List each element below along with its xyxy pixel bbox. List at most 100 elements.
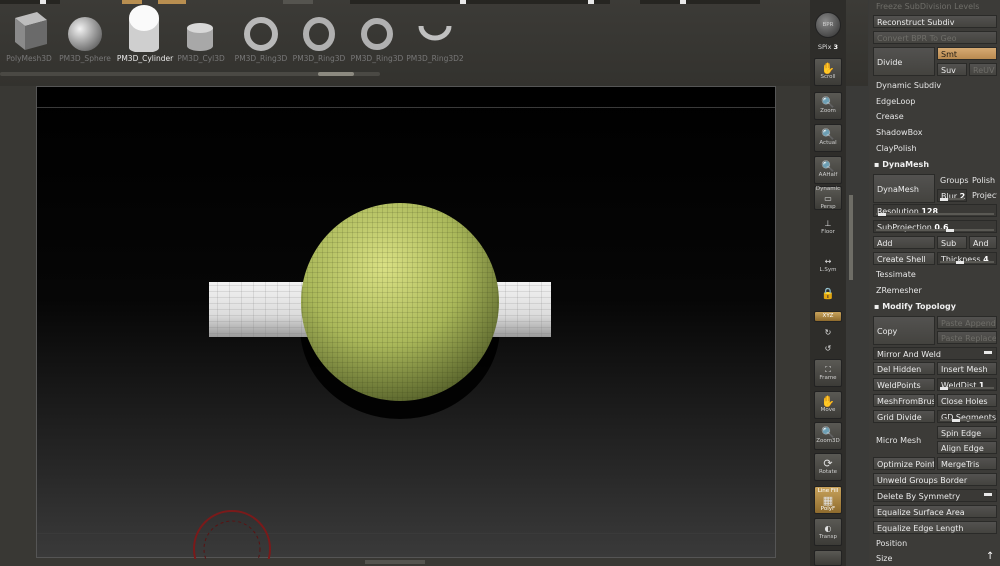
top-slider[interactable] [640, 0, 760, 4]
convert-bpr-button[interactable]: Convert BPR To Geo [873, 31, 997, 44]
meshfrombrush-button[interactable]: MeshFromBrush [873, 394, 935, 407]
zoom-button[interactable]: 🔍 Zoom [814, 92, 842, 120]
equalize-edge-length-button[interactable]: Equalize Edge Length [873, 521, 997, 534]
lsym-button[interactable]: ↔ L.Sym [814, 252, 842, 278]
paste-append-button[interactable]: Paste Append [937, 316, 997, 329]
shadowbox-menu[interactable]: ShadowBox [873, 126, 997, 139]
rotate-y-button[interactable]: ↻ [814, 325, 842, 339]
add-button[interactable]: Add [873, 236, 935, 249]
equalize-surface-area-button[interactable]: Equalize Surface Area [873, 505, 997, 518]
optimize-points-button[interactable]: Optimize Points [873, 457, 935, 470]
mirror-and-weld-button[interactable]: Mirror And Weld [873, 347, 997, 360]
floor-button[interactable]: ⊥ Floor [814, 214, 842, 240]
suv-toggle[interactable]: Suv [937, 63, 967, 76]
tool-ring3[interactable]: PM3D_Ring3D [348, 4, 406, 68]
xyz-button[interactable]: XYZ [814, 311, 842, 322]
edgeloop-menu[interactable]: EdgeLoop [873, 95, 997, 108]
unweld-groups-border-button[interactable]: Unweld Groups Border [873, 473, 997, 486]
tool-ring1[interactable]: PM3D_Ring3D [232, 4, 290, 68]
rotate-z-button[interactable]: ↺ [814, 341, 842, 355]
ring-icon [355, 4, 399, 52]
grid-divide-button[interactable]: Grid Divide [873, 410, 935, 423]
polish-toggle[interactable]: Polish [969, 174, 997, 187]
groups-toggle[interactable]: Groups [937, 174, 969, 187]
delete-by-symmetry-button[interactable]: Delete By Symmetry [873, 489, 997, 502]
thickness-slider[interactable]: Thickness 4 [937, 252, 997, 265]
actual-button[interactable]: 🔍 Actual [814, 124, 842, 152]
viewport[interactable] [36, 86, 777, 559]
tool-ring2[interactable]: PM3D_Ring3D [290, 4, 348, 68]
lock-icon: 🔒 [821, 286, 835, 300]
dynamic-subdiv-menu[interactable]: Dynamic Subdiv [873, 79, 997, 92]
cylinder-icon [123, 4, 167, 52]
tool-cylinder[interactable]: PM3D_Cylinder [116, 4, 174, 68]
cylinder-small-icon [179, 4, 223, 52]
reuv-button[interactable]: ReUV [969, 63, 997, 76]
smt-toggle[interactable]: Smt [937, 47, 997, 60]
divide-button[interactable]: Divide [873, 47, 935, 76]
spix-slider[interactable]: SPix 3 [814, 43, 842, 51]
ghost-button[interactable] [814, 550, 842, 566]
tool-cylinder-small[interactable]: PM3D_Cyl3D [172, 4, 230, 68]
gd-segments-slider[interactable]: GD Segments 3 [937, 410, 997, 423]
transp-button[interactable]: ◐ Transp [814, 518, 842, 546]
project-toggle[interactable]: Project [969, 189, 997, 202]
move-button[interactable]: ✋ Move [814, 391, 842, 419]
zremesher-menu[interactable]: ZRemesher [873, 284, 997, 297]
3d-model[interactable] [37, 87, 777, 559]
blur-slider[interactable]: Blur 2 [937, 189, 967, 202]
position-menu[interactable]: Position [873, 537, 997, 550]
insert-mesh-button[interactable]: Insert Mesh [937, 362, 997, 375]
transparency-icon: ◐ [824, 524, 832, 533]
create-shell-button[interactable]: Create Shell [873, 252, 935, 265]
welddist-slider[interactable]: WeldDist 1 [937, 378, 997, 391]
tool-sphere[interactable]: PM3D_Sphere [56, 4, 114, 68]
hand-icon: ✋ [821, 395, 835, 408]
reconstruct-subdiv-button[interactable]: Reconstruct Subdiv [873, 15, 997, 28]
rotate-icon: ↺ [824, 343, 832, 353]
del-hidden-button[interactable]: Del Hidden [873, 362, 935, 375]
crease-menu[interactable]: Crease [873, 110, 997, 123]
grid-icon: ▦ [822, 493, 834, 507]
size-menu[interactable]: Size [873, 552, 997, 565]
weldpoints-button[interactable]: WeldPoints [873, 378, 935, 391]
scroll-button[interactable]: ✋ Scroll [814, 58, 842, 86]
arc-icon [413, 4, 457, 52]
micro-mesh-button[interactable]: Micro Mesh [873, 426, 935, 455]
bpr-button[interactable]: BPR [815, 12, 841, 38]
dynamesh-button[interactable]: DynaMesh [873, 174, 935, 203]
polyf-button[interactable]: Line Fill ▦ PolyF [814, 486, 842, 514]
close-holes-button[interactable]: Close Holes [937, 394, 997, 407]
aahalf-button[interactable]: 🔍 AAHalf [814, 156, 842, 184]
shelf-scrollbar[interactable] [849, 195, 853, 280]
zoom3d-button[interactable]: 🔍 Zoom3D [814, 422, 842, 450]
tool-arc[interactable]: PM3D_Ring3D2 [406, 4, 464, 68]
align-edge-button[interactable]: Align Edge [937, 441, 997, 454]
rotate-icon: ⟳ [823, 457, 833, 470]
resolution-slider[interactable]: Resolution 128 [873, 204, 997, 217]
tool-scroll-thumb[interactable] [318, 72, 354, 76]
sub-button[interactable]: Sub [937, 236, 967, 249]
mergetris-button[interactable]: MergeTris [937, 457, 997, 470]
dynamesh-header[interactable]: ▪ DynaMesh [871, 158, 997, 171]
lock-button[interactable]: 🔒 [814, 280, 842, 306]
persp-icon: ▭ [824, 193, 832, 203]
spin-edge-button[interactable]: Spin Edge [937, 426, 997, 439]
top-slider[interactable] [480, 0, 610, 4]
copy-button[interactable]: Copy [873, 316, 935, 345]
tessimate-menu[interactable]: Tessimate [873, 268, 997, 281]
persp-button[interactable]: Dynamic ▭ Persp [814, 186, 842, 210]
sphere-icon [63, 4, 107, 52]
frame-icon: ⛶ [825, 365, 831, 374]
frame-button[interactable]: ⛶ Frame [814, 359, 842, 387]
tool-cube[interactable]: PolyMesh3D [0, 4, 58, 68]
subprojection-slider[interactable]: SubProjection 0.6 [873, 220, 997, 233]
paste-replace-button[interactable]: Paste Replace [937, 331, 997, 344]
modify-topology-header[interactable]: ▪ Modify Topology [871, 300, 997, 313]
rotate-button[interactable]: ⟳ Rotate [814, 453, 842, 481]
and-button[interactable]: And [969, 236, 997, 249]
claypolish-menu[interactable]: ClayPolish [873, 142, 997, 155]
rotate-icon: ↻ [824, 327, 832, 337]
canvas-scroll[interactable] [365, 560, 425, 564]
freeze-subdiv-button[interactable]: Freeze SubDivision Levels [873, 0, 998, 13]
